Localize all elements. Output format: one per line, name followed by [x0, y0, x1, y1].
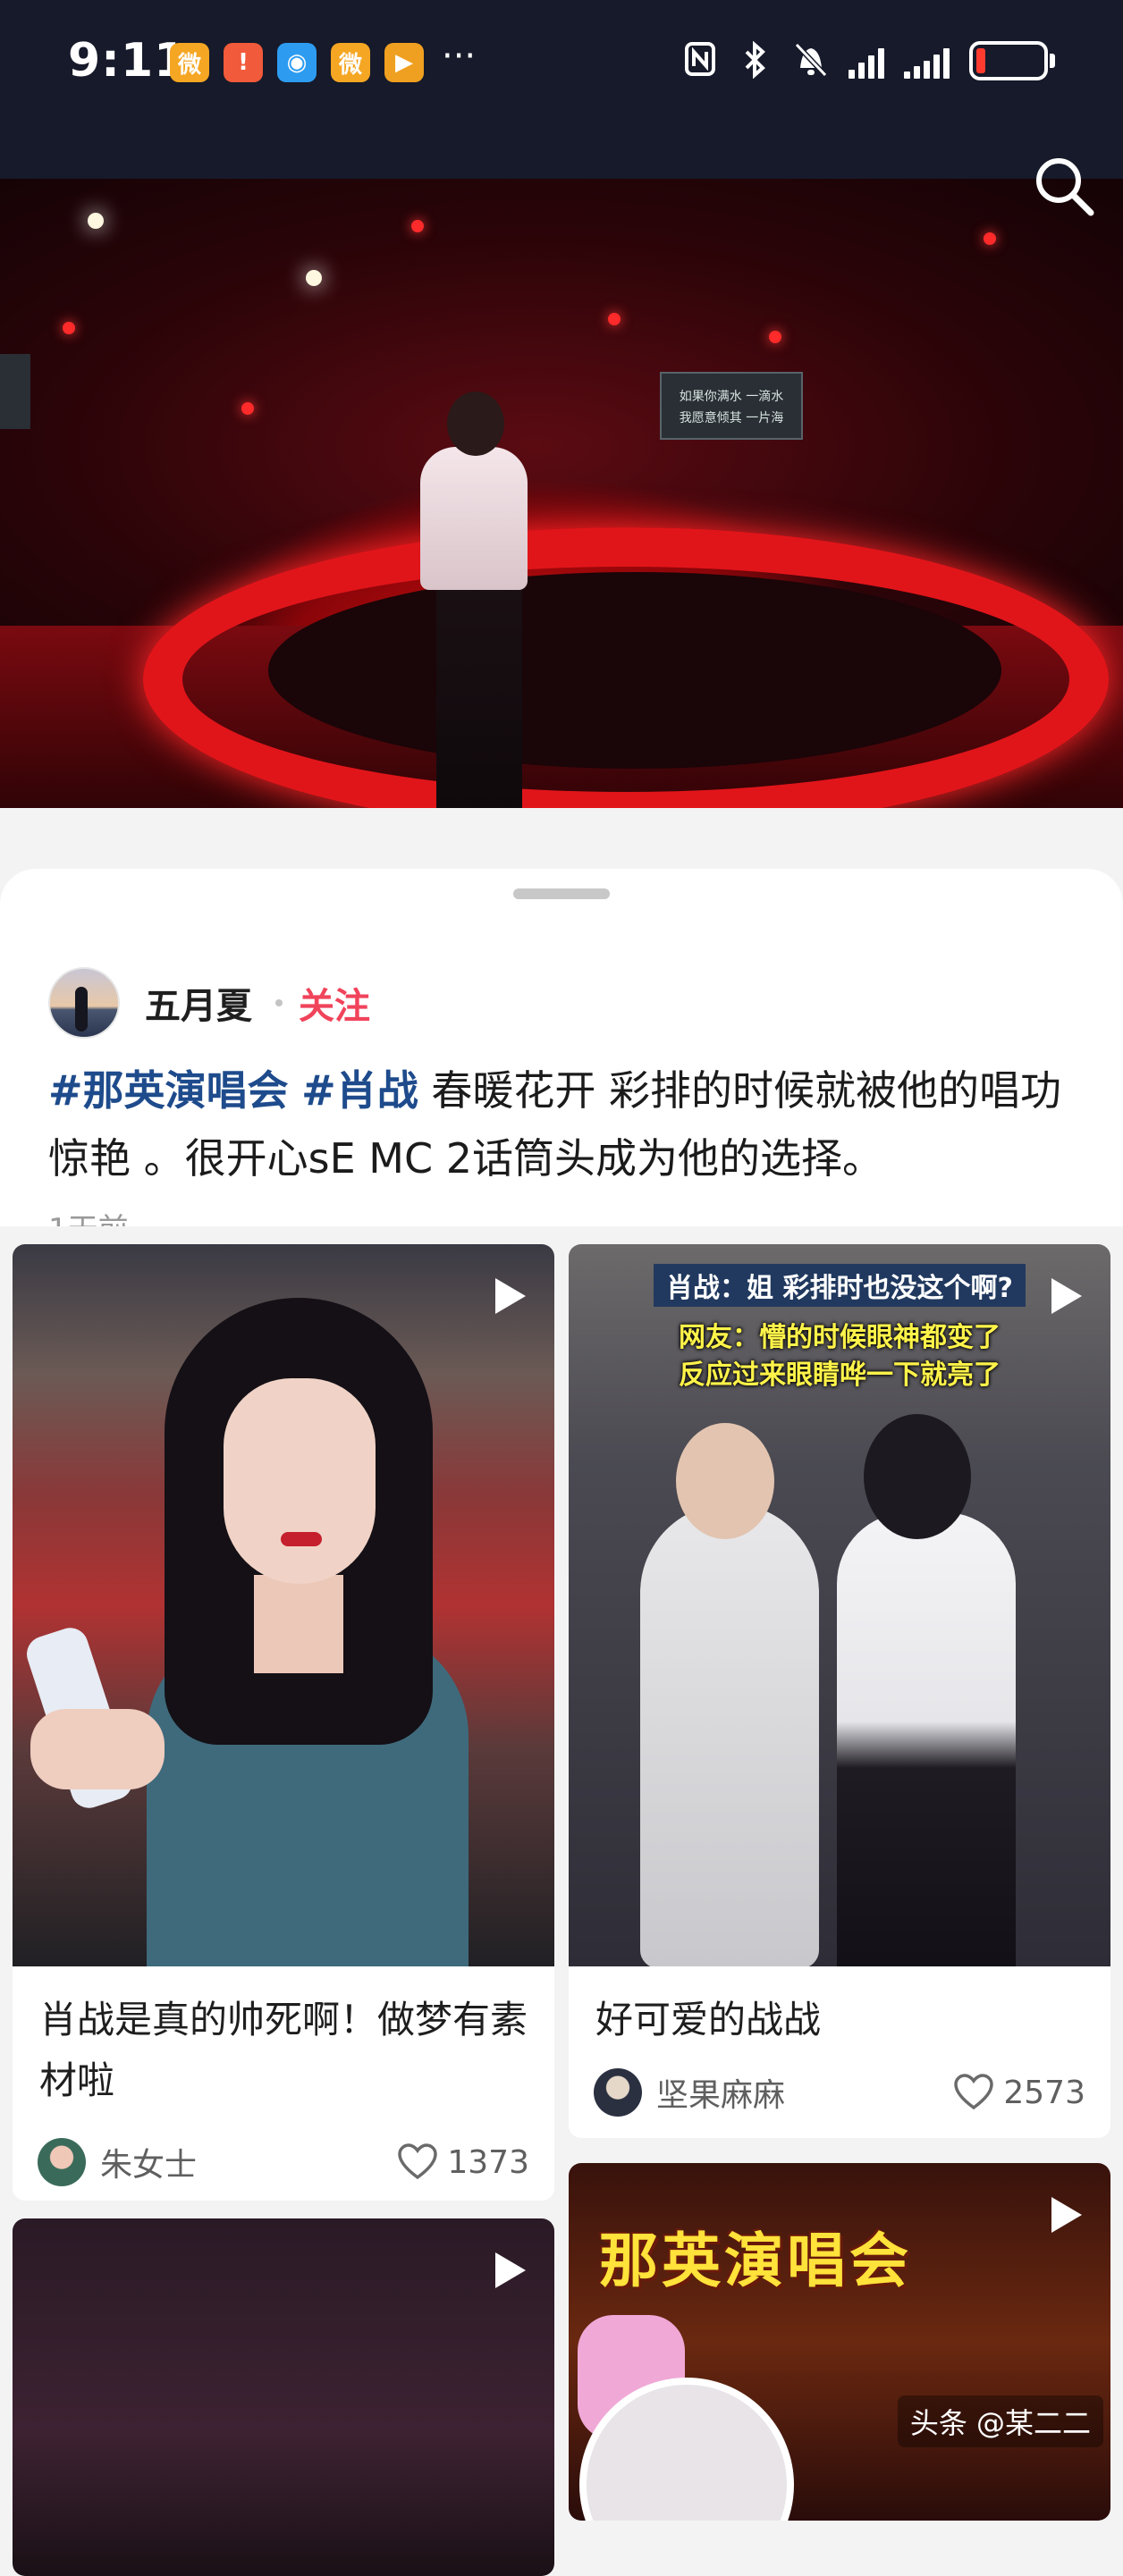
video-player[interactable]: 如果你满水 一滴水 我愿意倾其 一片海	[0, 179, 1123, 808]
play-icon	[1051, 2197, 1082, 2233]
avatar[interactable]	[48, 967, 120, 1039]
play-icon	[495, 1278, 526, 1314]
card-thumbnail	[13, 1244, 554, 1966]
stage-light-red	[241, 402, 254, 415]
stage-light-red	[984, 232, 996, 245]
post-sheet: 五月夏 关注 #那英演唱会 #肖战 春暖花开 彩排的时候就被他的唱功惊艳 。很开…	[0, 869, 1123, 2576]
weibo-icon: 微	[170, 43, 209, 82]
stage-light-red	[411, 220, 424, 232]
bluetooth-icon	[738, 40, 773, 80]
sheet-drag-handle[interactable]	[513, 888, 610, 899]
singer-head	[447, 391, 504, 456]
search-icon[interactable]	[1032, 154, 1096, 218]
feed-card[interactable]: 那英演唱会	[569, 2163, 1110, 2521]
feed-card[interactable]: 肖战：姐 彩排时也没这个啊? 网友：懵的时候眼神都变了 反应过来眼睛哗一下就亮了…	[569, 1244, 1110, 2138]
stage-light	[306, 270, 322, 286]
card-thumbnail	[13, 2218, 554, 2576]
play-icon	[1051, 1278, 1082, 1314]
weibo-icon: 微	[331, 43, 370, 82]
stage-inner	[268, 572, 1001, 769]
watermark: 头条 @某二二	[897, 2395, 1103, 2447]
signal-icon-2	[904, 43, 950, 79]
feed-card[interactable]	[13, 2218, 554, 2576]
feed-card[interactable]: 肖战是真的帅死啊！做梦有素材啦 朱女士 1373	[13, 1244, 554, 2201]
video-captions: 肖战：姐 彩排时也没这个啊? 网友：懵的时候眼神都变了 反应过来眼睛哗一下就亮了	[569, 1244, 1110, 1394]
card-thumbnail: 那英演唱会	[569, 2163, 1110, 2521]
card-meta: 坚果麻麻 2573	[594, 2068, 1085, 2117]
mute-icon	[793, 41, 829, 80]
singer	[436, 581, 522, 808]
lyric-line: 我愿意倾其 一片海	[679, 411, 784, 425]
card-title: 肖战是真的帅死啊！做梦有素材啦	[39, 1998, 528, 2102]
card-title: 好可爱的战战	[595, 1998, 822, 2041]
author-row: 五月夏 关注	[48, 967, 370, 1039]
play-icon	[495, 2252, 526, 2288]
app-alert-icon: !	[224, 43, 263, 82]
message-icon: ◉	[277, 43, 317, 82]
stage-light-red	[63, 322, 75, 334]
card-author: 坚果麻麻	[656, 2077, 786, 2114]
card-author: 朱女士	[100, 2147, 198, 2184]
post-text: #那英演唱会 #肖战 春暖花开 彩排的时候就被他的唱功惊艳 。很开心sE MC …	[48, 1056, 1085, 1192]
system-icons	[682, 40, 1055, 80]
related-feed: 肖战是真的帅死啊！做梦有素材啦 朱女士 1373 肖战：姐 彩排时也没这个啊? …	[0, 1226, 1123, 2576]
caption: 肖战：姐 彩排时也没这个啊?	[654, 1264, 1026, 1307]
caption: 网友：懵的时候眼神都变了	[679, 1322, 1001, 1353]
lyric-screen-left	[0, 354, 30, 429]
status-bar: 9:11 微 ! ◉ 微 ▶ ···	[0, 0, 1123, 179]
card-thumbnail: 肖战：姐 彩排时也没这个啊? 网友：懵的时候眼神都变了 反应过来眼睛哗一下就亮了	[569, 1244, 1110, 1966]
nfc-icon	[682, 41, 718, 80]
author-name[interactable]: 五月夏	[145, 977, 252, 1029]
video-app-icon: ▶	[384, 43, 424, 82]
singer-body	[420, 447, 528, 590]
signal-icon	[849, 43, 884, 79]
stage-light	[88, 213, 104, 229]
follow-button[interactable]: 关注	[299, 977, 370, 1029]
like-count: 2573	[1003, 2074, 1085, 2111]
lyric-screen: 如果你满水 一滴水 我愿意倾其 一片海	[660, 372, 803, 440]
heart-icon[interactable]	[953, 2074, 994, 2111]
like-count: 1373	[447, 2143, 529, 2181]
avatar	[594, 2068, 642, 2117]
battery-icon	[969, 41, 1055, 80]
separator-dot	[275, 999, 283, 1006]
lyric-line: 如果你满水 一滴水	[679, 390, 784, 404]
caption: 反应过来眼睛哗一下就亮了	[679, 1360, 1001, 1391]
heart-icon[interactable]	[397, 2143, 438, 2181]
stage-light-red	[769, 331, 781, 343]
more-notifications-icon: ···	[442, 36, 477, 77]
hashtag-link[interactable]: #那英演唱会	[48, 1066, 289, 1115]
hashtag-link[interactable]: #肖战	[301, 1066, 418, 1115]
thumbnail-title: 那英演唱会	[599, 2227, 912, 2295]
notification-icons: 微 ! ◉ 微 ▶	[170, 43, 424, 82]
avatar	[38, 2138, 86, 2186]
card-meta: 朱女士 1373	[38, 2138, 529, 2186]
stage-light-red	[608, 313, 621, 325]
